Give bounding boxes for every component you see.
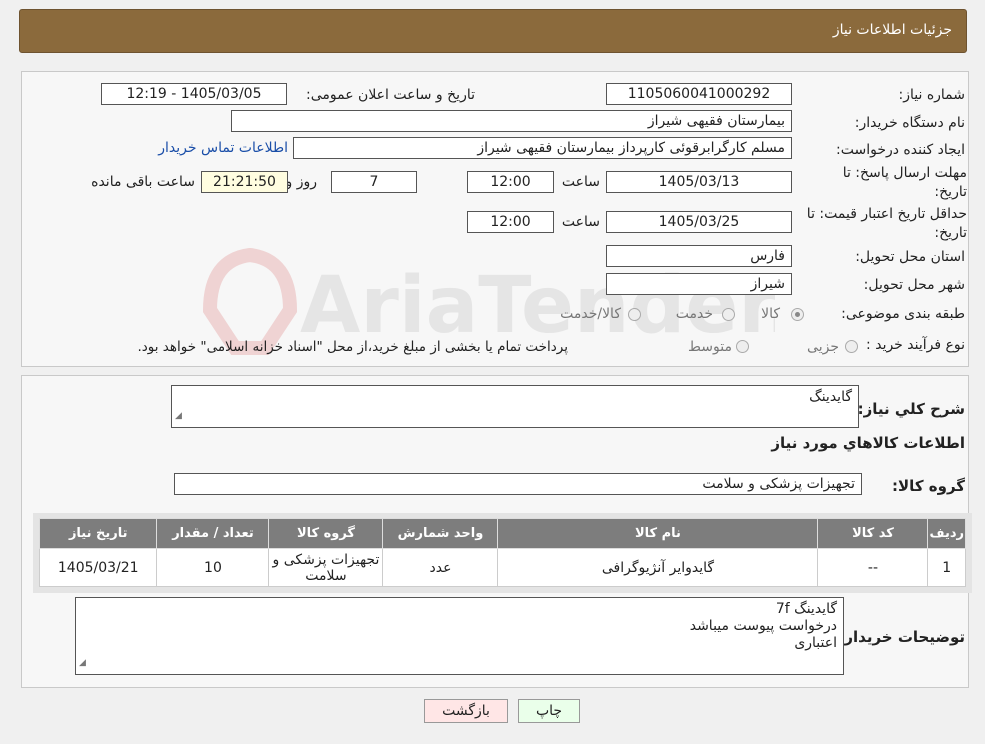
cell-qty: 10 (156, 548, 270, 587)
category-option-service: خدمت (675, 306, 713, 322)
buyer-notes-line: گایدینگ 7f (775, 601, 837, 617)
category-radio-goods[interactable] (791, 308, 804, 321)
need-number-label: شماره نیاز: (898, 87, 966, 103)
city-field: شیراز (606, 273, 792, 295)
cell-date: 1405/03/21 (38, 548, 158, 587)
category-radio-both[interactable] (628, 308, 641, 321)
category-option-both: کالا/خدمت (560, 306, 621, 322)
deadline-time-label: ساعت (561, 174, 600, 190)
buyer-notes-line: درخواست پیوست میباشد (689, 618, 837, 634)
process-note: پرداخت تمام یا بخشی از مبلغ خرید،از محل … (137, 339, 568, 355)
deadline-label: مهلت ارسال پاسخ: تا تاریخ: (842, 165, 967, 200)
announce-field: 1405/03/05 - 12:19 (101, 83, 287, 105)
need-description-label: شرح کلي نياز: (857, 400, 965, 418)
remaining-label: ساعت باقی مانده (91, 174, 195, 190)
category-option-goods: کالا (761, 306, 780, 322)
category-radio-service[interactable] (722, 308, 735, 321)
buyer-contact-link[interactable]: اطلاعات تماس خریدار (158, 140, 288, 156)
process-radio-minor[interactable] (845, 340, 858, 353)
resize-grip-icon[interactable]: ◢ (175, 408, 182, 425)
province-label: استان محل تحویل: (855, 249, 965, 265)
process-label: نوع فرآیند خرید : (866, 337, 965, 353)
need-number-field: 1105060041000292 (606, 83, 792, 105)
goods-group-label: گروه کالا: (892, 477, 965, 495)
table-row[interactable]: 1 -- گایدوایر آنژیوگرافی عدد تجهیزات پزش… (38, 548, 966, 587)
deadline-date-field: 1405/03/13 (606, 171, 792, 193)
city-label: شهر محل تحویل: (863, 277, 965, 293)
validity-date-field: 1405/03/25 (606, 211, 792, 233)
col-row: رديف (927, 518, 966, 549)
cell-row: 1 (927, 548, 966, 587)
validity-time-field: 12:00 (467, 211, 554, 233)
print-button[interactable]: چاپ (518, 699, 580, 723)
buyer-org-label: نام دستگاه خریدار: (854, 115, 965, 131)
creator-label: ایجاد کننده درخواست: (836, 142, 965, 158)
cell-name: گایدوایر آنژیوگرافی (497, 548, 819, 587)
resize-grip-icon[interactable]: ◢ (79, 655, 86, 672)
buyer-notes-label: توضیحات خریدار: (838, 628, 965, 646)
province-field: فارس (606, 245, 792, 267)
buyer-notes-field[interactable]: گایدینگ 7f درخواست پیوست میباشد اعتباری … (75, 597, 844, 675)
col-name: نام کالا (497, 518, 819, 549)
buyer-org-field: بیمارستان فقیهی شیراز (231, 110, 792, 132)
page-header: جزئیات اطلاعات نیاز (19, 9, 967, 53)
process-radio-medium[interactable] (736, 340, 749, 353)
col-code: کد کالا (817, 518, 929, 549)
creator-field: مسلم کارگرابرقوئی کارپرداز بیمارستان فقی… (293, 137, 792, 159)
page-title: جزئیات اطلاعات نیاز (832, 22, 952, 38)
col-unit: واحد شمارش (382, 518, 499, 549)
announce-label: تاریخ و ساعت اعلان عمومی: (306, 87, 475, 103)
col-group: گروه کالا (268, 518, 384, 549)
back-button[interactable]: بازگشت (424, 699, 508, 723)
process-option-medium: متوسط (688, 339, 732, 355)
cell-code: -- (817, 548, 929, 587)
cell-unit: عدد (382, 548, 499, 587)
goods-info-title: اطلاعات کالاهاي مورد نياز (771, 434, 965, 452)
days-label: روز و (285, 174, 318, 190)
deadline-time-field: 12:00 (467, 171, 554, 193)
days-field: 7 (331, 171, 417, 193)
validity-time-label: ساعت (561, 214, 600, 230)
items-table: رديف کد کالا نام کالا واحد شمارش گروه کا… (38, 518, 966, 587)
cell-group: تجهیزات پزشکی و سلامت (268, 548, 384, 587)
validity-label: حداقل تاریخ اعتبار قیمت: تا تاریخ: (806, 206, 967, 241)
process-option-minor: جزیی (807, 339, 839, 355)
category-label: طبقه بندی موضوعی: (841, 306, 965, 322)
goods-group-field: تجهیزات پزشکی و سلامت (174, 473, 862, 495)
buyer-notes-line: اعتباری (794, 635, 837, 651)
col-qty: تعداد / مقدار (156, 518, 270, 549)
need-description-field[interactable]: گایدینگ ◢ (171, 385, 859, 428)
remaining-time-field: 21:21:50 (201, 171, 288, 193)
need-description-text: گایدینگ (809, 389, 852, 405)
table-header-row: رديف کد کالا نام کالا واحد شمارش گروه کا… (38, 518, 966, 549)
col-date: تاريخ نياز (38, 518, 158, 549)
